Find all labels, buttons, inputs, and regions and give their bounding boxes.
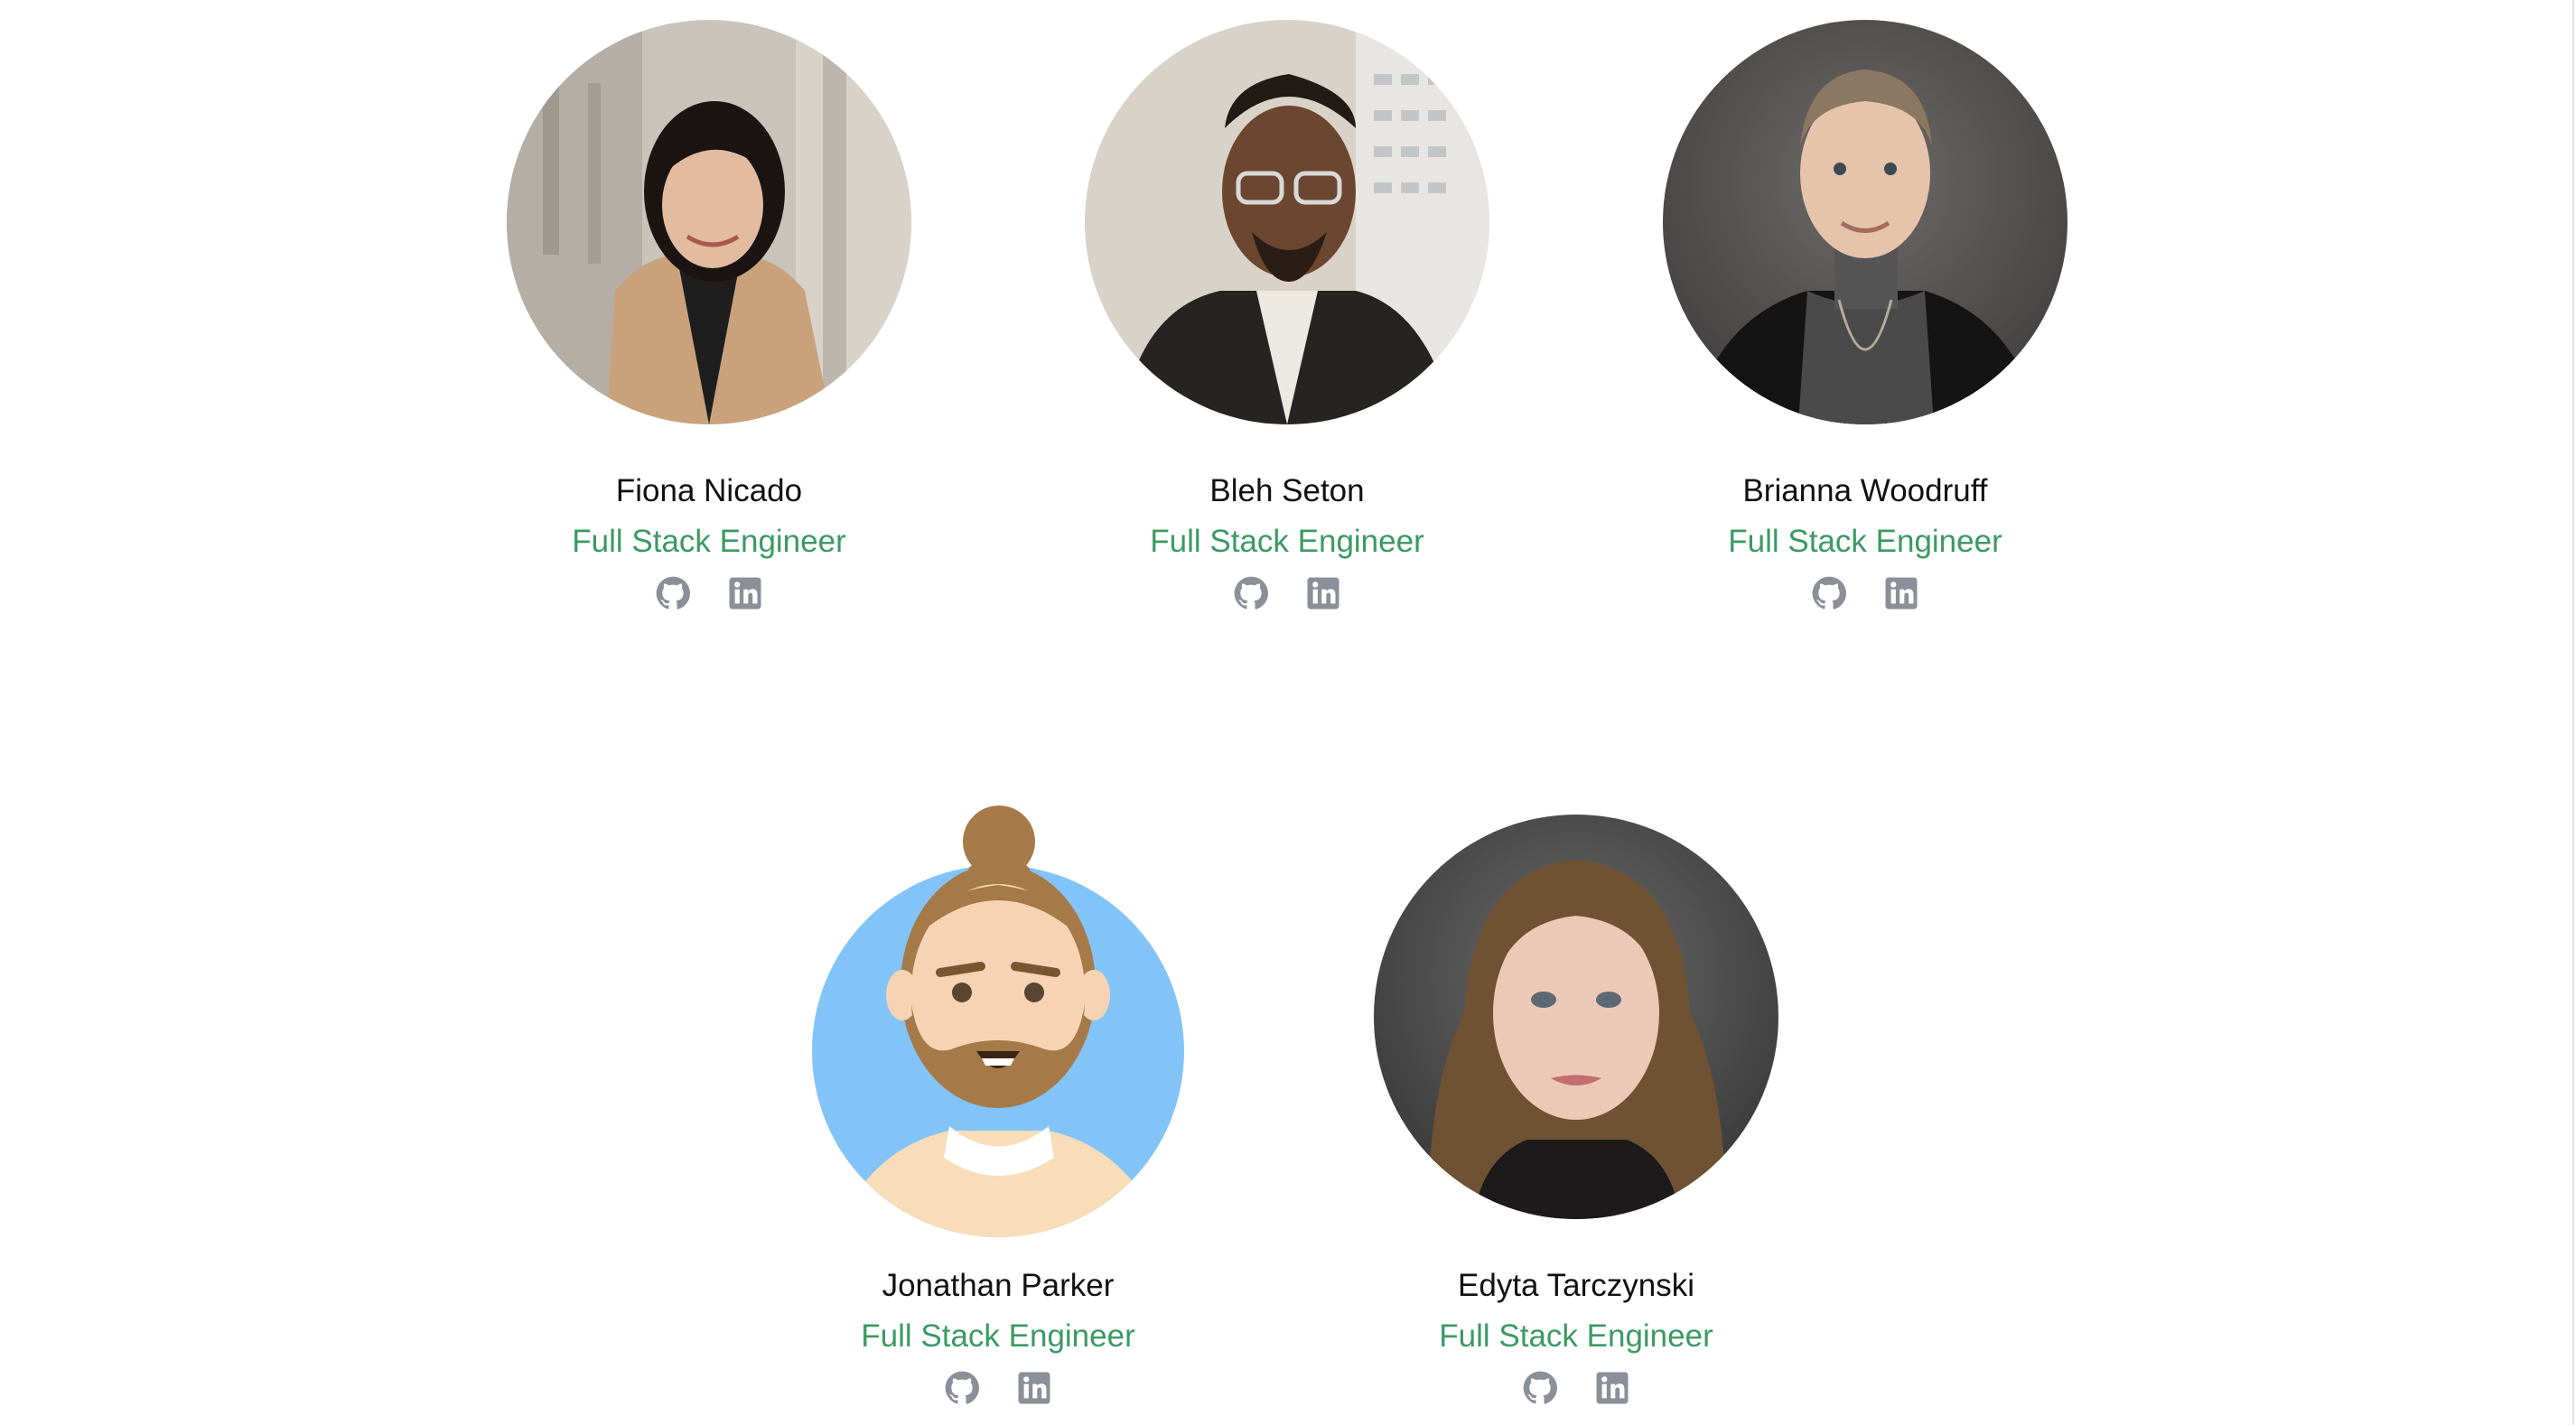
team-member-card: Fiona Nicado Full Stack Engineer — [420, 20, 998, 612]
linkedin-icon[interactable] — [1304, 574, 1342, 612]
github-icon[interactable] — [654, 574, 692, 612]
member-name: Edyta Tarczynski — [1458, 1268, 1694, 1303]
social-links — [709, 1369, 1287, 1407]
member-photo — [507, 20, 911, 424]
scrollbar[interactable] — [2572, 0, 2574, 1425]
github-icon[interactable] — [1521, 1369, 1559, 1407]
social-links — [1576, 574, 2154, 612]
team-page: Fiona Nicado Full Stack Engineer Bleh Se… — [0, 0, 2576, 1425]
social-links — [998, 574, 1576, 612]
member-name: Brianna Woodruff — [1742, 473, 1988, 508]
member-role: Full Stack Engineer — [572, 524, 846, 559]
member-name: Bleh Seton — [1209, 473, 1365, 508]
linkedin-icon[interactable] — [726, 574, 764, 612]
member-role: Full Stack Engineer — [861, 1318, 1135, 1354]
member-name: Jonathan Parker — [882, 1268, 1115, 1303]
linkedin-icon[interactable] — [1593, 1369, 1631, 1407]
team-member-card: Bleh Seton Full Stack Engineer — [998, 20, 1576, 612]
member-name: Fiona Nicado — [615, 473, 803, 508]
member-role: Full Stack Engineer — [1150, 524, 1424, 559]
member-photo — [796, 806, 1200, 1237]
social-links — [420, 574, 998, 612]
team-member-card: Brianna Woodruff Full Stack Engineer — [1576, 20, 2154, 612]
member-photo — [1663, 20, 2067, 424]
team-member-card: Edyta Tarczynski Full Stack Engineer — [1287, 815, 1865, 1407]
github-icon[interactable] — [943, 1369, 981, 1407]
linkedin-icon[interactable] — [1015, 1369, 1053, 1407]
member-photo — [1085, 20, 1489, 424]
member-role: Full Stack Engineer — [1439, 1318, 1713, 1354]
linkedin-icon[interactable] — [1882, 574, 1920, 612]
github-icon[interactable] — [1810, 574, 1848, 612]
member-role: Full Stack Engineer — [1728, 524, 2002, 559]
github-icon[interactable] — [1232, 574, 1270, 612]
social-links — [1287, 1369, 1865, 1407]
member-photo — [1374, 815, 1778, 1219]
team-member-card: Jonathan Parker Full Stack Engineer — [709, 806, 1287, 1407]
